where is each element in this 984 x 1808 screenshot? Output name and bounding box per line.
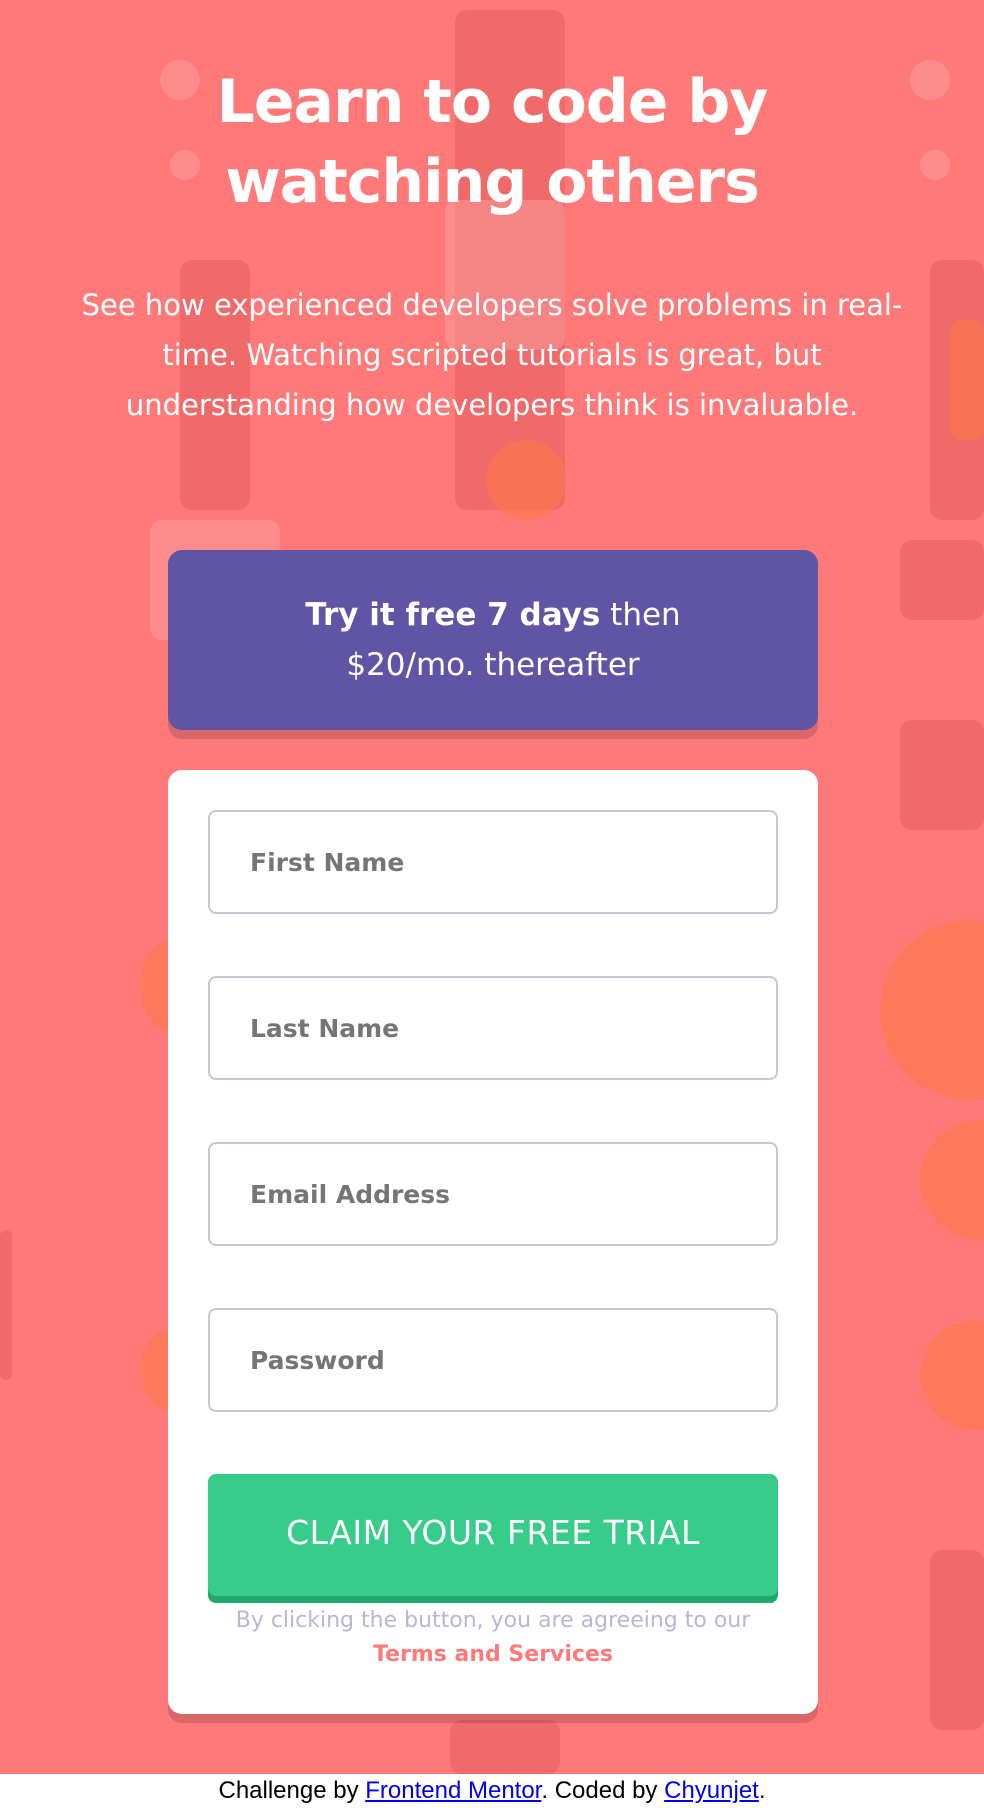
title-line-1: Learn to code by <box>216 67 769 137</box>
legal-text: By clicking the button, you are agreeing… <box>235 1608 751 1633</box>
password-field[interactable] <box>208 1308 778 1412</box>
attribution-footer: Challenge by Frontend Mentor. Coded by C… <box>0 1774 984 1808</box>
last-name-field[interactable] <box>208 976 778 1080</box>
promo-strong-text: Try it free 7 days <box>305 597 601 633</box>
author-link[interactable]: Chyunjet <box>664 1777 759 1804</box>
terms-link[interactable]: Terms and Services <box>373 1642 613 1667</box>
claim-free-trial-button[interactable]: CLAIM YOUR FREE TRIAL <box>208 1474 778 1596</box>
hero-subtitle: See how experienced developers solve pro… <box>81 288 903 422</box>
email-field[interactable] <box>208 1142 778 1246</box>
hero-section: Learn to code by watching others See how… <box>0 0 984 1774</box>
signup-form: CLAIM YOUR FREE TRIAL By clicking the bu… <box>168 770 818 1714</box>
first-name-field[interactable] <box>208 810 778 914</box>
title-line-2: watching others <box>225 147 760 217</box>
footer-middle: . Coded by <box>541 1777 665 1804</box>
frontend-mentor-link[interactable]: Frontend Mentor <box>365 1777 541 1804</box>
page-title: Learn to code by watching others <box>0 62 984 222</box>
promo-rest-text: then <box>600 597 681 633</box>
footer-suffix: . <box>758 1777 766 1804</box>
promo-line-2: $20/mo. thereafter <box>346 647 640 683</box>
promo-banner: Try it free 7 days then $20/mo. thereaft… <box>168 550 818 730</box>
legal-notice: By clicking the button, you are agreeing… <box>208 1604 778 1672</box>
footer-prefix: Challenge by <box>218 1777 366 1804</box>
promo-line-1: Try it free 7 days then <box>168 590 818 640</box>
